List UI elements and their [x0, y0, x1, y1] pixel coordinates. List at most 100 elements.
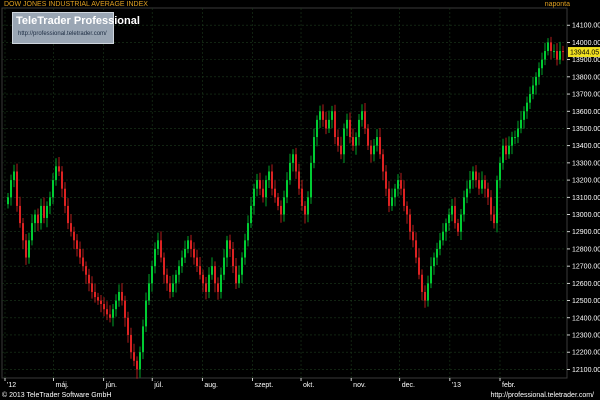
y-tick-label: 13300.00: [572, 160, 600, 167]
candle-body: [97, 297, 99, 301]
y-tick-label: 13400.00: [572, 143, 600, 150]
candle-body: [424, 291, 426, 301]
candle-body: [367, 128, 369, 146]
candle-body: [91, 283, 93, 292]
y-tick-label: 13500.00: [572, 126, 600, 133]
candle-body: [217, 283, 219, 292]
x-tick-label: nov.: [353, 382, 366, 389]
candle-body: [10, 180, 12, 198]
candle-body: [124, 300, 126, 318]
candle-body: [160, 240, 162, 258]
footer-url: http://professional.teletrader.com/: [490, 392, 595, 399]
candle-body: [514, 137, 516, 139]
candle-body: [496, 180, 498, 224]
candle-body: [178, 266, 180, 275]
candle-body: [118, 291, 120, 301]
candle-body: [133, 352, 135, 361]
candle-body: [55, 166, 57, 181]
candle-body: [337, 137, 339, 146]
candle-body: [511, 137, 513, 146]
candle-body: [43, 205, 45, 218]
candle-body: [472, 171, 474, 181]
candle-body: [100, 300, 102, 304]
candle-body: [175, 274, 177, 284]
candle-body: [277, 197, 279, 206]
candle-body: [541, 59, 543, 69]
candle-body: [19, 205, 21, 224]
candle-body: [532, 85, 534, 95]
x-tick-label: júl.: [153, 382, 163, 389]
x-tick-label: máj.: [56, 382, 69, 389]
candle-body: [559, 51, 561, 60]
candle-body: [82, 257, 84, 267]
candle-body: [280, 205, 282, 215]
candle-body: [148, 283, 150, 301]
candle-body: [211, 266, 213, 275]
candle-body: [379, 137, 381, 155]
x-tick-label: '12: [7, 382, 16, 389]
y-tick-label: 12600.00: [572, 281, 600, 288]
x-tick-label: dec.: [402, 382, 415, 389]
candle-body: [544, 51, 546, 60]
candle-body: [136, 360, 138, 370]
y-tick-label: 13100.00: [572, 195, 600, 202]
candle-body: [256, 180, 258, 189]
candle-body: [535, 76, 537, 86]
candle-body: [415, 240, 417, 258]
candle-body: [64, 188, 66, 206]
candle-body: [409, 214, 411, 232]
candle-body: [400, 180, 402, 189]
y-tick-label: 12500.00: [572, 298, 600, 305]
candle-body: [301, 188, 303, 206]
candle-body: [445, 223, 447, 232]
candle-body: [127, 317, 129, 335]
candle-body: [361, 111, 363, 120]
candle-body: [181, 257, 183, 267]
candle-body: [373, 145, 375, 155]
candle-body: [244, 240, 246, 258]
candle-body: [238, 274, 240, 284]
candle-body: [451, 205, 453, 215]
candle-body: [475, 171, 477, 181]
candle-body: [343, 128, 345, 155]
candle-body: [154, 248, 156, 267]
candle-body: [484, 180, 486, 189]
candle-body: [358, 119, 360, 138]
candle-body: [205, 283, 207, 292]
candle-body: [73, 231, 75, 241]
candle-body: [235, 266, 237, 284]
candle-body: [37, 214, 39, 224]
candle-body: [52, 180, 54, 198]
candle-body: [382, 154, 384, 172]
candle-body: [448, 214, 450, 224]
candle-body: [334, 111, 336, 138]
candle-body: [346, 119, 348, 129]
x-tick-label: okt.: [303, 382, 314, 389]
candle-body: [271, 171, 273, 189]
chart-title: DOW JONES INDUSTRIAL AVERAGE INDEX: [4, 1, 148, 8]
candle-body: [172, 283, 174, 292]
y-tick-label: 12800.00: [572, 246, 600, 253]
candle-body: [121, 291, 123, 301]
candle-body: [88, 274, 90, 284]
candle-body: [490, 197, 492, 215]
candle-body: [190, 240, 192, 249]
candle-body: [442, 231, 444, 241]
candle-body: [427, 283, 429, 301]
candle-body: [220, 274, 222, 292]
candle-body: [421, 274, 423, 292]
candle-body: [460, 214, 462, 232]
candle-body: [61, 171, 63, 189]
candle-body: [340, 145, 342, 155]
candle-body: [202, 274, 204, 284]
x-tick-label: szept.: [255, 382, 274, 389]
y-tick-label: 13800.00: [572, 74, 600, 81]
candle-body: [478, 180, 480, 189]
candle-body: [250, 205, 252, 224]
y-tick-label: 13200.00: [572, 178, 600, 185]
candle-body: [214, 266, 216, 284]
candle-body: [388, 188, 390, 206]
candle-body: [169, 283, 171, 292]
candle-body: [376, 137, 378, 146]
candle-body: [397, 180, 399, 189]
